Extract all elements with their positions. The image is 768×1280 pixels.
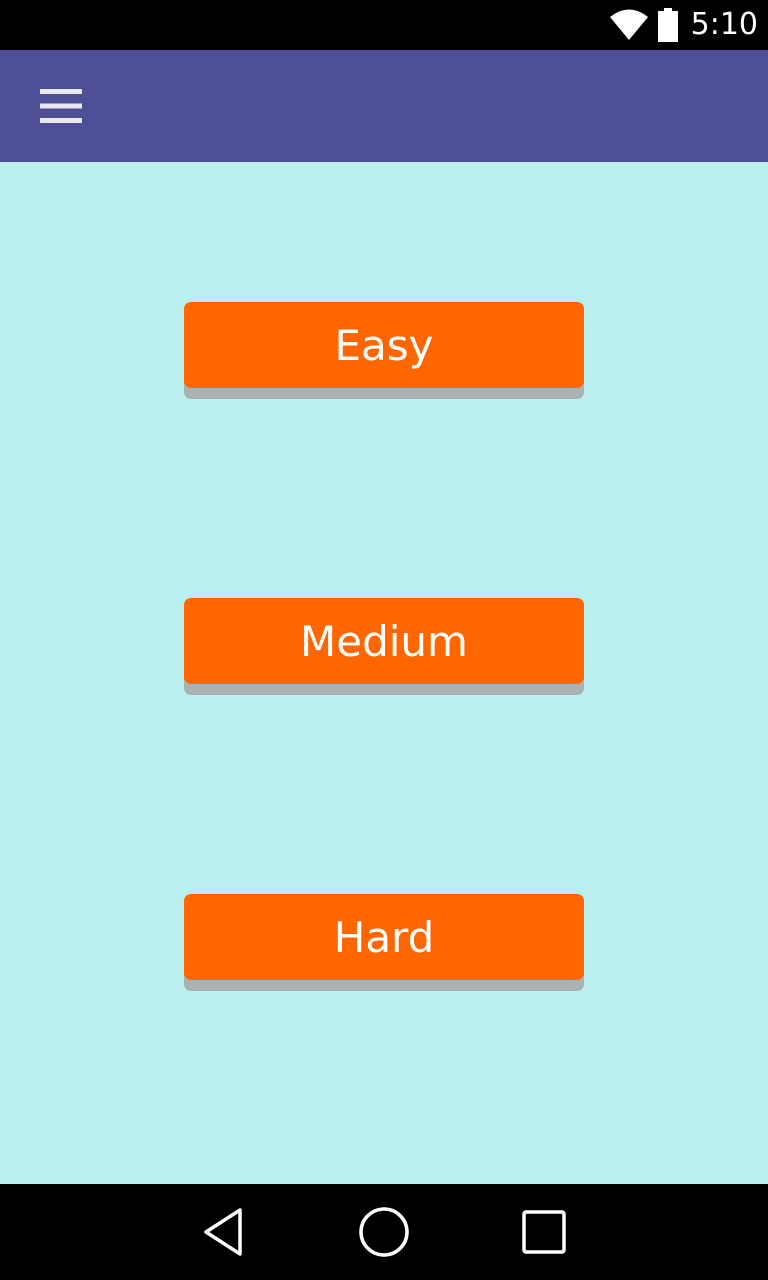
difficulty-selection: Easy Medium Hard [0, 162, 768, 1184]
hard-button[interactable]: Hard [184, 894, 584, 980]
easy-button-label: Easy [334, 320, 434, 370]
back-button[interactable] [194, 1202, 254, 1262]
status-bar: 5:10 [0, 0, 768, 50]
home-icon [359, 1207, 409, 1257]
home-button[interactable] [354, 1202, 414, 1262]
hard-button-label: Hard [333, 912, 435, 962]
recents-icon [522, 1210, 566, 1254]
status-icons: 5:10 [609, 0, 758, 50]
wifi-icon [609, 9, 648, 40]
medium-button-label: Medium [300, 616, 468, 666]
easy-button[interactable]: Easy [184, 302, 584, 388]
navigation-bar [0, 1184, 768, 1280]
screen: 5:10 Easy Medium Hard [0, 0, 768, 1280]
menu-button[interactable] [26, 76, 96, 136]
recents-button[interactable] [514, 1202, 574, 1262]
hamburger-menu-icon [40, 89, 82, 123]
back-icon [204, 1208, 242, 1256]
medium-button[interactable]: Medium [184, 598, 584, 684]
app-bar [0, 50, 768, 162]
status-clock: 5:10 [690, 7, 758, 42]
battery-icon [657, 8, 678, 42]
